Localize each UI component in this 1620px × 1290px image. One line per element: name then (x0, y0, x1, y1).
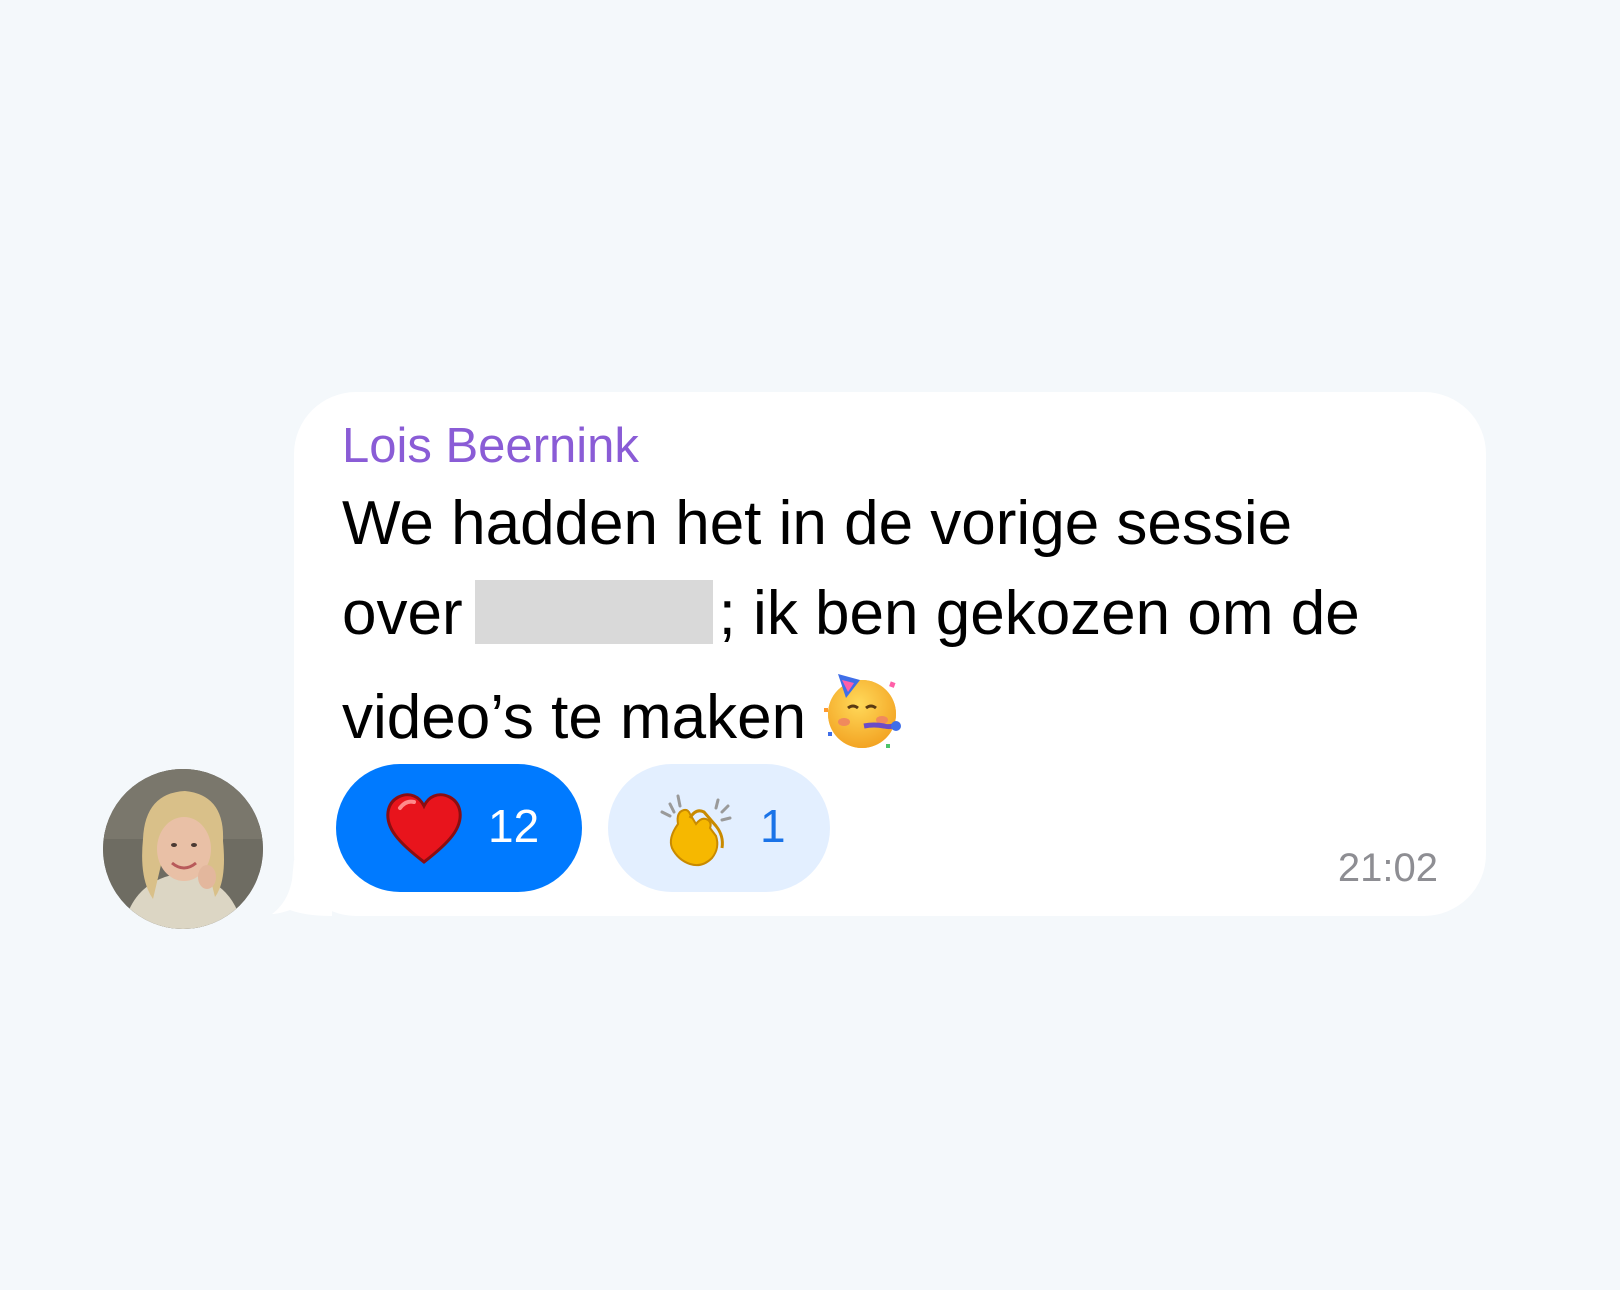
message-text-line-2: over ; ik ben gekozen om de (342, 578, 1360, 650)
avatar[interactable] (103, 769, 263, 929)
red-heart-icon (384, 790, 464, 870)
reaction-clap-count: 1 (760, 800, 786, 852)
reaction-heart-button[interactable]: 12 (336, 764, 582, 892)
sender-name[interactable]: Lois Beernink (342, 418, 639, 474)
message-text-segment: We hadden het in de vorige sessie (342, 489, 1293, 558)
message-text-line-3: video’s te maken (342, 668, 904, 768)
redacted-block (474, 580, 713, 644)
partying-face-icon (820, 668, 904, 768)
message-text-line-1: We hadden het in de vorige sessie (342, 488, 1292, 560)
message-timestamp: 21:02 (1337, 846, 1438, 890)
message-text-segment: over (342, 579, 463, 648)
reaction-heart-count: 12 (488, 800, 540, 852)
reaction-clap-button[interactable]: 1 (608, 764, 830, 892)
message-text-segment: video’s te maken (342, 683, 807, 752)
clapping-hands-icon (656, 790, 736, 870)
message-bubble[interactable]: Lois Beernink We hadden het in de vorige… (294, 392, 1486, 916)
message-text-segment: ; ik ben gekozen om de (718, 579, 1360, 648)
